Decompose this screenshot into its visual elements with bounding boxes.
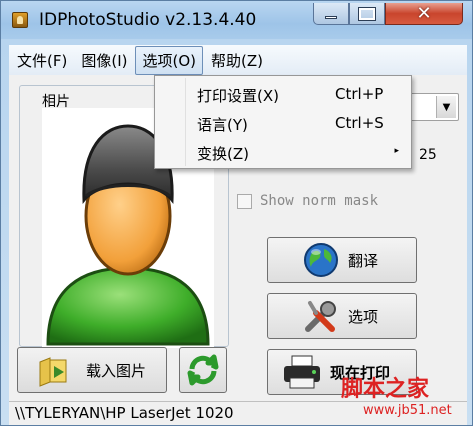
print-settings-shortcut: Ctrl+P <box>335 85 384 103</box>
menu-help[interactable]: 帮助(Z) <box>205 47 269 74</box>
maximize-icon <box>358 6 376 21</box>
app-window: IDPhotoStudio v2.13.4.40 ✕ 文件(F) 图像(I) 选… <box>0 0 473 426</box>
norm-mask-checkbox[interactable] <box>237 193 252 209</box>
menu-options[interactable]: 选项(O) <box>135 45 203 75</box>
translate-label: 翻译 <box>348 251 379 270</box>
menu-file[interactable]: 文件(F) <box>11 47 73 74</box>
globe-icon <box>304 243 338 277</box>
load-image-button[interactable]: 载入图片 <box>17 347 167 393</box>
side-value: 25 <box>419 147 437 163</box>
print-settings-label: 打印设置(X) <box>197 87 279 105</box>
menu-item-language[interactable]: 语言(Y) Ctrl+S <box>155 109 411 137</box>
refresh-button[interactable] <box>179 347 227 393</box>
close-icon: ✕ <box>416 2 432 24</box>
menu-item-transform[interactable]: 变换(Z) ▸ <box>155 138 411 166</box>
options-label: 选项 <box>348 307 379 326</box>
tools-icon <box>305 301 336 332</box>
options-dropdown-menu: 打印设置(X) Ctrl+P 语言(Y) Ctrl+S 变换(Z) ▸ <box>154 75 412 169</box>
minimize-icon <box>325 16 337 19</box>
title-bar[interactable]: IDPhotoStudio v2.13.4.40 ✕ <box>1 1 472 39</box>
language-shortcut: Ctrl+S <box>335 114 384 132</box>
close-button[interactable]: ✕ <box>385 3 463 25</box>
minimize-button[interactable] <box>313 3 349 25</box>
watermark-url: www.jb51.net <box>363 403 452 418</box>
load-image-label: 载入图片 <box>86 361 147 380</box>
window-title: IDPhotoStudio v2.13.4.40 <box>39 10 257 30</box>
watermark-text: 脚本之家 <box>341 376 430 402</box>
maximize-button[interactable] <box>349 3 385 25</box>
menu-image[interactable]: 图像(I) <box>75 47 133 74</box>
printer-icon <box>284 355 320 389</box>
menu-bar: 文件(F) 图像(I) 选项(O) 帮助(Z) <box>9 45 467 75</box>
refresh-icon <box>187 354 219 386</box>
submenu-arrow-icon: ▸ <box>394 146 399 156</box>
watermark: 脚本之家 www.jb51.net <box>321 371 471 423</box>
norm-mask-label: Show norm mask <box>260 193 379 209</box>
transform-label: 变换(Z) <box>197 145 249 163</box>
menu-item-print-settings[interactable]: 打印设置(X) Ctrl+P <box>155 80 411 108</box>
folder-icon <box>39 357 67 387</box>
chevron-down-icon[interactable]: ▼ <box>436 96 456 118</box>
options-button[interactable]: 选项 <box>267 293 417 339</box>
app-icon[interactable] <box>12 12 28 28</box>
printer-status: \\TYLERYAN\HP LaserJet 1020 <box>15 404 234 422</box>
translate-button[interactable]: 翻译 <box>267 237 417 283</box>
norm-mask-option[interactable]: Show norm mask <box>237 193 378 209</box>
language-label: 语言(Y) <box>197 116 248 134</box>
